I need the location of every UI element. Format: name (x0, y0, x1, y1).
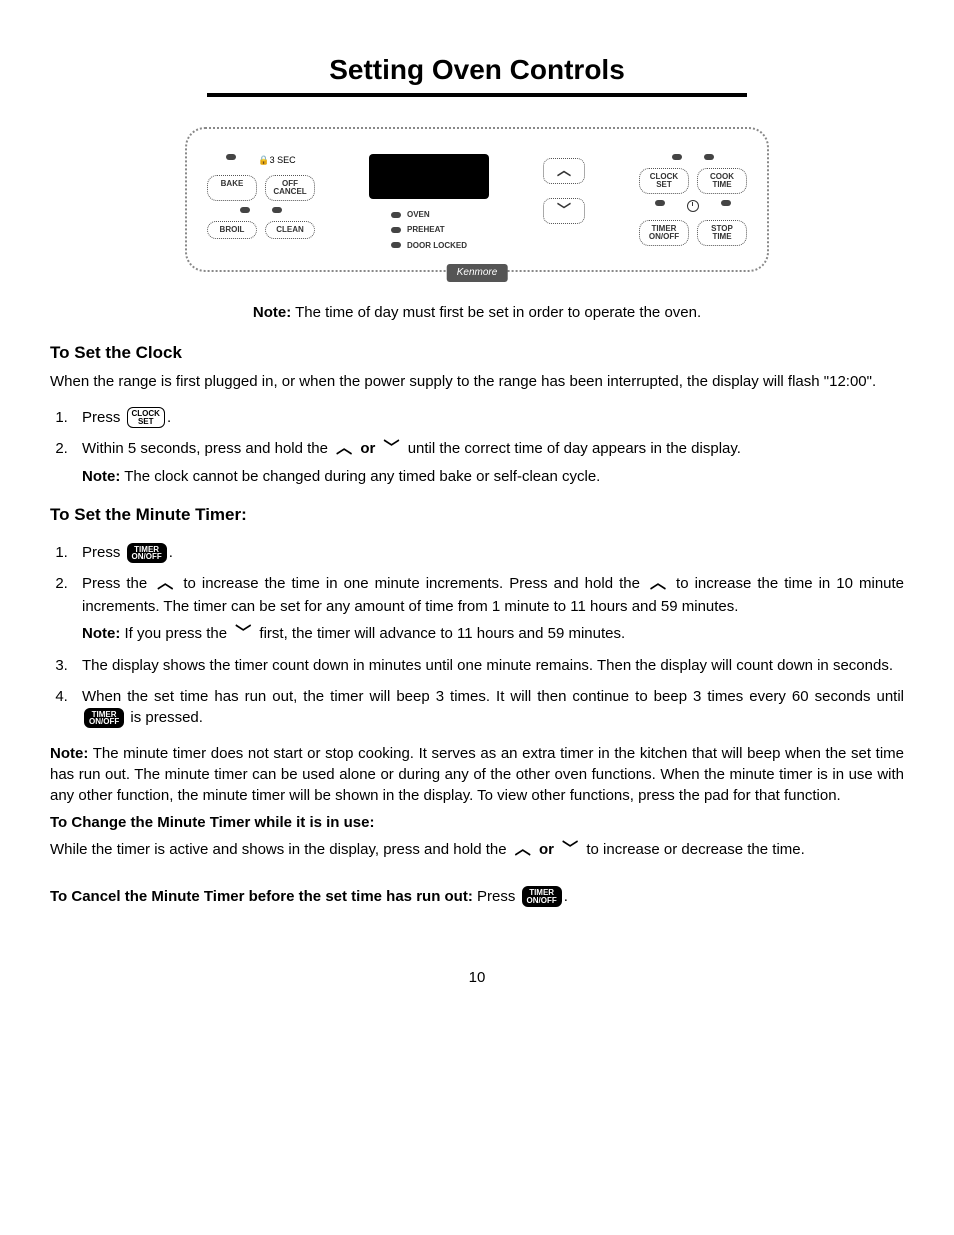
timer-step-1: Press TIMER ON/OFF. (72, 542, 904, 563)
down-chevron-icon: ﹀ (235, 623, 251, 645)
change-text: While the timer is active and shows in t… (50, 839, 904, 861)
cancel-line: To Cancel the Minute Timer before the se… (50, 886, 904, 907)
oven-indicator: OVEN (391, 209, 467, 220)
title-rule (207, 93, 747, 97)
broil-pad: BROIL (207, 221, 257, 239)
led-icon (704, 154, 714, 160)
timer-onoff-pad: TIMER ON/OFF (639, 220, 689, 246)
timer-onoff-button-icon: TIMER ON/OFF (522, 886, 562, 906)
up-chevron-icon: ︿ (336, 438, 352, 460)
down-chevron-icon: ﹀ (384, 438, 400, 460)
clock-set-pad: CLOCK SET (639, 168, 689, 194)
right-pad-group: CLOCK SET COOK TIME TIMER ON/OFF STOP TI… (639, 154, 747, 246)
page-title: Setting Oven Controls (50, 50, 904, 89)
clock-set-button-icon: CLOCK SET (127, 407, 165, 427)
clock-heading: To Set the Clock (50, 341, 904, 365)
up-chevron-icon: ︿ (515, 839, 531, 861)
timer-onoff-button-icon: TIMER ON/OFF (127, 543, 167, 563)
clock-step-2: Within 5 seconds, press and hold the ︿ o… (72, 438, 904, 487)
led-icon (655, 200, 665, 206)
down-arrow-pad: ﹀ (543, 198, 585, 224)
led-icon (272, 207, 282, 213)
timer-step-2: Press the ︿ to increase the time in one … (72, 573, 904, 645)
clock-icon (687, 200, 699, 212)
top-note: Note: The time of day must first be set … (50, 302, 904, 323)
up-chevron-icon: ︿ (157, 573, 173, 595)
stop-time-pad: STOP TIME (697, 220, 747, 246)
timer-step-3: The display shows the timer count down i… (72, 655, 904, 676)
display-screen (369, 154, 489, 199)
timer-note: Note: The minute timer does not start or… (50, 743, 904, 806)
control-panel-figure: 🔒3 SEC BAKE OFF CANCEL BROIL CLEAN OVEN … (185, 127, 769, 272)
lock-icon: 🔒3 SEC (258, 154, 295, 167)
down-chevron-icon: ﹀ (562, 839, 578, 861)
change-heading: To Change the Minute Timer while it is i… (50, 812, 904, 833)
brand-badge: Kenmore (447, 264, 508, 282)
led-icon (672, 154, 682, 160)
up-chevron-icon: ︿ (650, 573, 666, 595)
timer-onoff-button-icon: TIMER ON/OFF (84, 708, 124, 728)
clock-step-1: Press CLOCK SET. (72, 407, 904, 428)
clean-pad: CLEAN (265, 221, 315, 239)
up-arrow-pad: ︿ (543, 158, 585, 184)
led-icon (721, 200, 731, 206)
bake-pad: BAKE (207, 175, 257, 201)
page-number: 10 (50, 967, 904, 988)
left-pad-group: 🔒3 SEC BAKE OFF CANCEL BROIL CLEAN (207, 154, 315, 239)
led-icon (240, 207, 250, 213)
timer-heading: To Set the Minute Timer: (50, 503, 904, 527)
cook-time-pad: COOK TIME (697, 168, 747, 194)
arrow-group: ︿ ﹀ (543, 158, 585, 224)
clock-intro: When the range is first plugged in, or w… (50, 371, 904, 392)
preheat-indicator: PREHEAT (391, 224, 467, 235)
center-group: OVEN PREHEAT DOOR LOCKED (369, 154, 489, 255)
door-locked-indicator: DOOR LOCKED (391, 240, 467, 251)
timer-step-4: When the set time has run out, the timer… (72, 686, 904, 728)
led-icon (226, 154, 236, 160)
off-cancel-pad: OFF CANCEL (265, 175, 315, 201)
